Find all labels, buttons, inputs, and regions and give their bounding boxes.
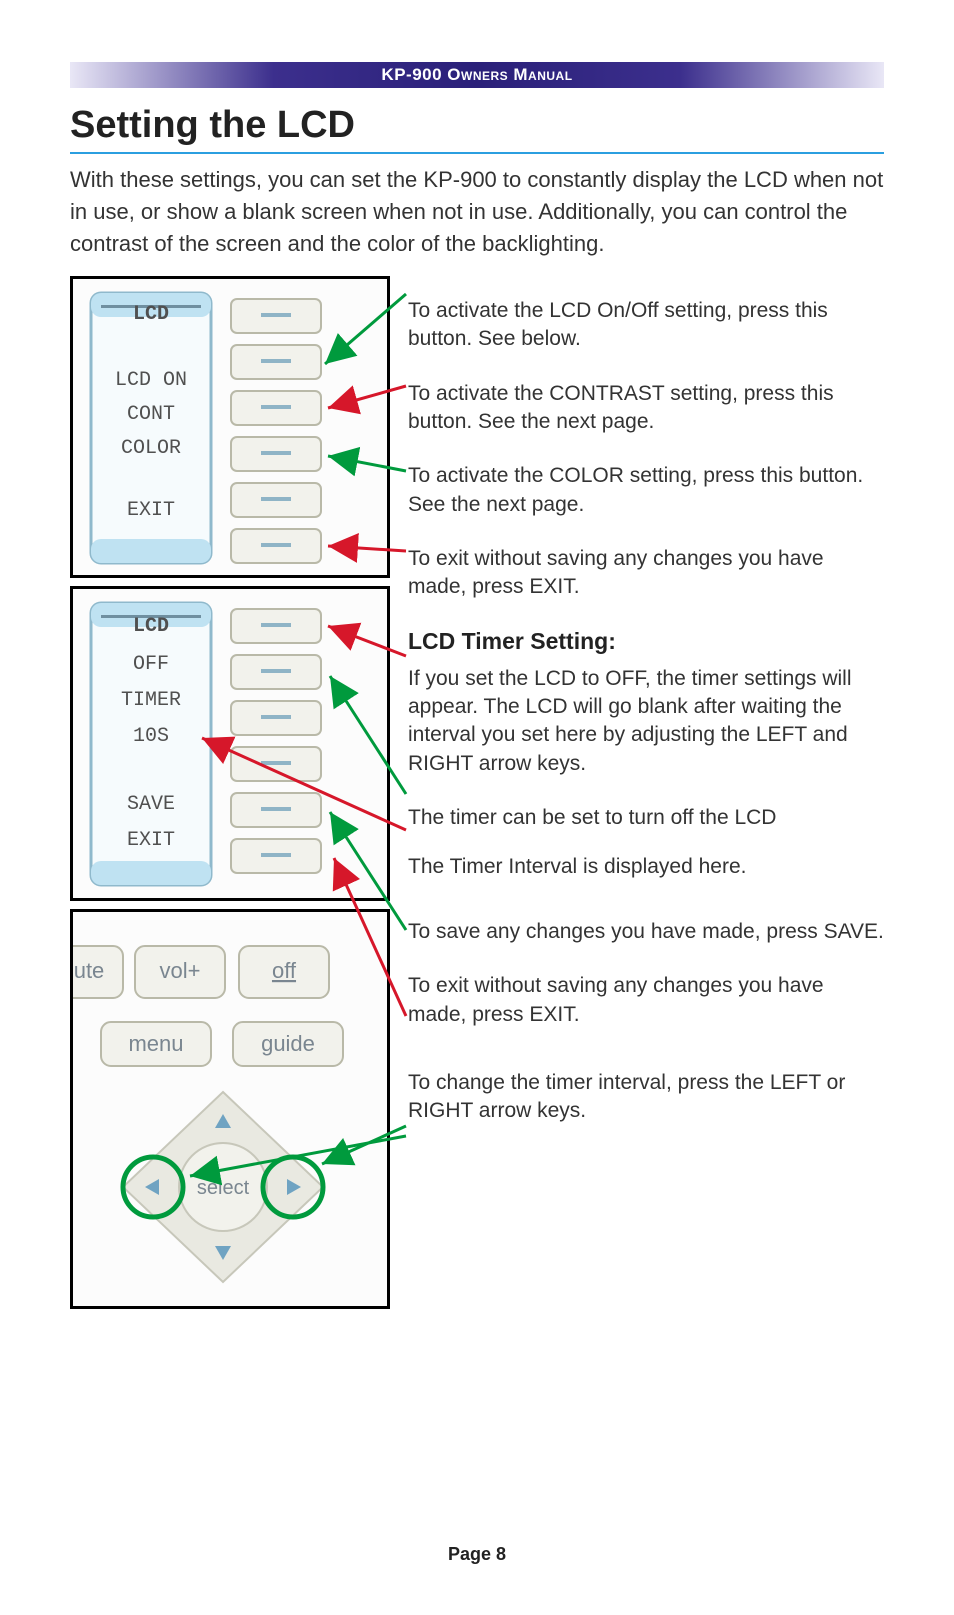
subheading-timer: LCD Timer Setting: — [408, 628, 884, 655]
callout-save: To save any changes you have made, press… — [408, 918, 884, 946]
intro-paragraph: With these settings, you can set the KP-… — [70, 164, 884, 260]
callout-arrowkeys: To change the timer interval, press the … — [408, 1069, 884, 1126]
callout-exit2: To exit without saving any changes you h… — [408, 972, 884, 1029]
remote-dpad: select — [123, 1092, 323, 1282]
page-title: Setting the LCD — [70, 104, 355, 147]
callout-color: To activate the COLOR setting, press thi… — [408, 462, 884, 519]
header-title: KP-900 Owners Manual — [381, 65, 572, 84]
lcd-menu-panel-2: LCD OFF TIMER 10S SAVE EXIT — [70, 586, 390, 901]
svg-text:guide: guide — [261, 1031, 315, 1056]
remote-button-guide: guide — [233, 1022, 343, 1066]
panel1-item-exit: EXIT — [127, 499, 175, 522]
callout-contrast: To activate the CONTRAST setting, press … — [408, 380, 884, 437]
callout-timer-interval: The Timer Interval is displayed here. — [408, 853, 884, 881]
remote-button-select: select — [197, 1177, 250, 1199]
page-number: Page 8 — [0, 1544, 954, 1565]
panel2-item-timer: TIMER — [121, 689, 181, 712]
manual-page: KP-900 Owners Manual Setting the LCD Wit… — [0, 0, 954, 1615]
svg-text:vol+: vol+ — [160, 958, 201, 983]
panel1-item-color: COLOR — [121, 437, 181, 460]
svg-text:menu: menu — [128, 1031, 183, 1056]
lcd-menu-panel-1: LCD LCD ON CONT COLOR EXIT — [70, 276, 390, 578]
remote-button-off: off — [239, 946, 329, 998]
callout-lcd-onoff: To activate the LCD On/Off setting, pres… — [408, 297, 884, 354]
svg-text:ute: ute — [74, 958, 105, 983]
panel2-item-save: SAVE — [127, 793, 175, 816]
remote-button-mute-frag: ute — [73, 946, 123, 998]
callout-timer-intro: If you set the LCD to OFF, the timer set… — [408, 665, 884, 778]
callout-timer-off: The timer can be set to turn off the LCD — [408, 804, 884, 832]
callout-exit1: To exit without saving any changes you h… — [408, 545, 884, 602]
panel2-item-exit: EXIT — [127, 829, 175, 852]
panel1-title: LCD — [133, 303, 169, 326]
panel2-side-buttons — [231, 609, 321, 873]
panel1-item-cont: CONT — [127, 403, 175, 426]
panel1-side-buttons — [231, 299, 321, 563]
panel2-title: LCD — [133, 615, 169, 638]
figure-column: LCD LCD ON CONT COLOR EXIT — [70, 276, 390, 1317]
header-bar: KP-900 Owners Manual — [70, 62, 884, 88]
panel1-item-lcdon: LCD ON — [115, 369, 187, 392]
callout-column: To activate the LCD On/Off setting, pres… — [408, 276, 884, 1152]
remote-button-volup: vol+ — [135, 946, 225, 998]
remote-panel: ute vol+ off menu guide — [70, 909, 390, 1309]
remote-button-menu: menu — [101, 1022, 211, 1066]
svg-text:off: off — [272, 958, 297, 983]
title-rule — [70, 152, 884, 154]
panel2-item-off: OFF — [133, 653, 169, 676]
panel2-item-interval: 10S — [133, 725, 169, 748]
